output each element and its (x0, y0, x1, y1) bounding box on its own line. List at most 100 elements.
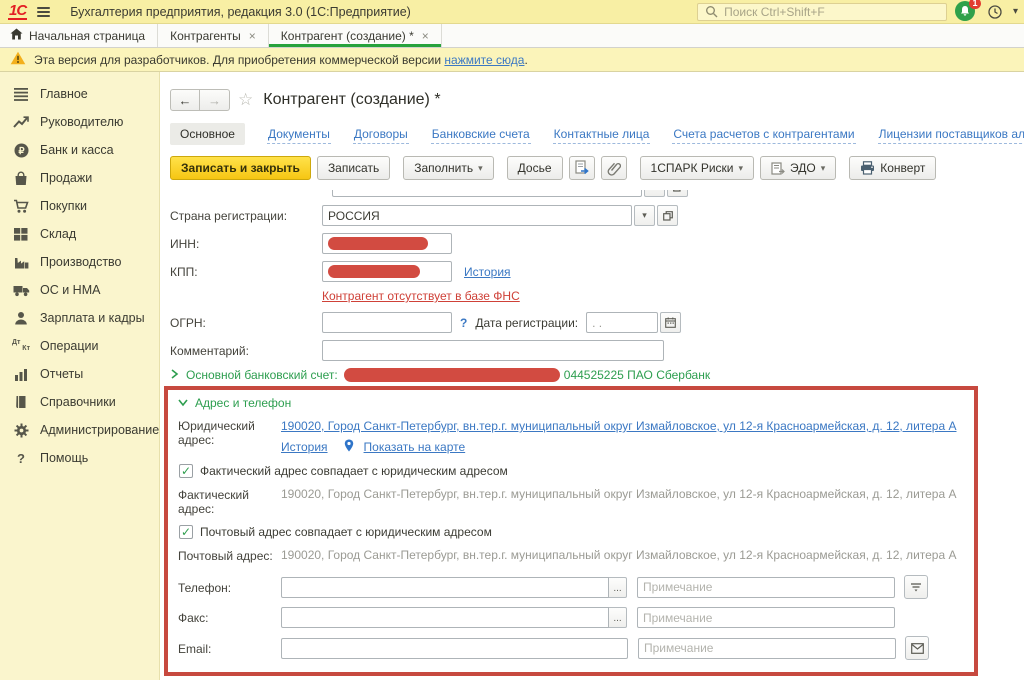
ogrn-help-link[interactable]: ? (460, 316, 467, 330)
sidebar-item-administrirovanie[interactable]: Администрирование (0, 416, 159, 444)
sidebar-item-spravochniki[interactable]: Справочники (0, 388, 159, 416)
sidebar-item-proizvodstvo[interactable]: Производство (0, 248, 159, 276)
buy-link[interactable]: нажмите сюда (444, 53, 524, 67)
form-tab-licenzii[interactable]: Лицензии поставщиков алкогольной продукц… (878, 125, 1024, 144)
edo-button[interactable]: ЭДО▾ (760, 156, 836, 180)
calendar-icon[interactable] (660, 312, 681, 333)
save-close-button[interactable]: Записать и закрыть (170, 156, 311, 180)
sidebar-item-pomosch[interactable]: ? Помощь (0, 444, 159, 472)
form-tab-kontaktnye-lica[interactable]: Контактные лица (553, 125, 651, 144)
spark-risks-button[interactable]: 1СПАРК Риски▾ (640, 156, 755, 180)
bank-account-row[interactable]: Основной банковский счет: 044525225 ПАО … (170, 368, 1024, 382)
fns-warning-link[interactable]: Контрагент отсутствует в базе ФНС (322, 289, 520, 303)
attachment-button[interactable] (601, 156, 627, 180)
inn-field[interactable] (322, 233, 452, 254)
address-highlight-box: Адрес и телефон Юридический адрес: 19002… (164, 386, 978, 676)
fax-more-button[interactable]: ... (608, 607, 627, 628)
email-note-input[interactable] (644, 641, 890, 655)
sidebar-item-pokupki[interactable]: Покупки (0, 192, 159, 220)
close-icon[interactable]: × (422, 29, 429, 43)
bank-account-value: 044525225 ПАО Сбербанк (564, 368, 710, 382)
favorite-star-icon[interactable]: ☆ (238, 90, 253, 110)
notifications-button[interactable]: 1 (955, 1, 977, 23)
dossier-button[interactable]: Досье (507, 156, 563, 180)
sidebar-item-operacii[interactable]: ДтКт Операции (0, 332, 159, 360)
sidebar-item-otchety[interactable]: Отчеты (0, 360, 159, 388)
person-icon (12, 310, 30, 326)
fax-input[interactable] (287, 611, 603, 625)
clipped-field[interactable] (332, 190, 642, 197)
address-history-link[interactable]: История (281, 440, 328, 454)
fax-note-input[interactable] (643, 611, 889, 625)
close-icon[interactable]: × (249, 29, 256, 43)
fill-button[interactable]: Заполнить▾ (403, 156, 493, 180)
inn-label: ИНН: (170, 237, 322, 251)
kpp-field[interactable] (322, 261, 452, 282)
form-tab-dogovory[interactable]: Договоры (353, 125, 409, 144)
envelope-print-button[interactable]: Конверт (849, 156, 936, 180)
search-input[interactable] (724, 5, 942, 19)
clipped-field-row: ▾ (170, 190, 1024, 199)
phone-note-input[interactable] (643, 580, 889, 594)
global-search[interactable] (697, 3, 947, 21)
address-section-header[interactable]: Адрес и телефон (178, 396, 966, 410)
phone-field[interactable] (281, 577, 609, 598)
back-button[interactable]: ← (170, 89, 200, 111)
sidebar-item-zarplata-kadry[interactable]: Зарплата и кадры (0, 304, 159, 332)
legal-address-link[interactable]: 190020, Город Санкт-Петербург, вн.тер.г.… (281, 419, 957, 433)
comment-field[interactable] (322, 340, 664, 361)
fact-address-checkbox[interactable]: ✓ (179, 464, 193, 478)
titlebar-menu-caret-icon[interactable]: ▾ (1013, 6, 1018, 17)
tab-kontragent-create[interactable]: Контрагент (создание) * × (269, 24, 442, 47)
sidebar-item-sklad[interactable]: Склад (0, 220, 159, 248)
reg-date-field[interactable]: . . (586, 312, 658, 333)
email-note-field[interactable] (638, 638, 896, 659)
sidebar-item-bank-kassa[interactable]: ₽ Банк и касса (0, 136, 159, 164)
kpp-history-link[interactable]: История (464, 265, 511, 279)
sidebar-item-os-nma[interactable]: ОС и НМА (0, 276, 159, 304)
phone-note-field[interactable] (637, 577, 895, 598)
post-address-checkbox[interactable]: ✓ (179, 525, 193, 539)
tab-kontragenty[interactable]: Контрагенты × (158, 24, 269, 47)
cart-icon (12, 198, 30, 214)
document-export-button[interactable] (569, 156, 595, 180)
form-header: ← → ☆ Контрагент (создание) * (170, 86, 1024, 114)
caret-down-icon[interactable]: ▾ (644, 190, 665, 197)
fax-field[interactable] (281, 607, 609, 628)
forward-button[interactable]: → (200, 89, 230, 111)
form-tab-dokumenty[interactable]: Документы (267, 125, 331, 144)
fns-warning-row: Контрагент отсутствует в базе ФНС (170, 289, 1024, 303)
show-on-map-link[interactable]: Показать на карте (364, 440, 466, 454)
comment-input[interactable] (328, 344, 658, 358)
sidebar-item-rukovoditelyu[interactable]: Руководителю (0, 108, 159, 136)
open-icon[interactable] (657, 205, 678, 226)
sidebar-item-prodazhi[interactable]: Продажи (0, 164, 159, 192)
envelope-icon (911, 643, 924, 654)
email-input[interactable] (287, 641, 622, 655)
phone-more-button[interactable]: ... (608, 577, 627, 598)
country-field[interactable]: РОССИЯ (322, 205, 632, 226)
tab-home[interactable]: Начальная страница (0, 24, 158, 47)
fax-note-field[interactable] (637, 607, 895, 628)
email-field[interactable] (281, 638, 628, 659)
sidebar-item-glavnoe[interactable]: Главное (0, 80, 159, 108)
redaction-mark (328, 237, 428, 250)
notification-badge: 1 (969, 0, 981, 9)
caret-down-icon[interactable]: ▾ (634, 205, 655, 226)
form-tab-osnovnoe[interactable]: Основное (170, 123, 245, 145)
open-icon[interactable] (667, 190, 688, 197)
main-menu-icon[interactable] (35, 5, 52, 19)
phone-actions-button[interactable] (904, 575, 928, 599)
save-button[interactable]: Записать (317, 156, 390, 180)
tab-label: Начальная страница (29, 29, 145, 43)
comment-label: Комментарий: (170, 344, 322, 358)
sidebar-item-label: Зарплата и кадры (40, 311, 145, 325)
phone-input[interactable] (287, 580, 603, 594)
history-icon[interactable] (985, 2, 1005, 22)
form-title: Контрагент (создание) * (263, 91, 440, 109)
form-tab-scheta-raschetov[interactable]: Счета расчетов с контрагентами (672, 125, 855, 144)
ogrn-input[interactable] (328, 316, 446, 330)
email-send-button[interactable] (905, 636, 929, 660)
ogrn-field[interactable] (322, 312, 452, 333)
form-tab-bankovskie-scheta[interactable]: Банковские счета (431, 125, 531, 144)
